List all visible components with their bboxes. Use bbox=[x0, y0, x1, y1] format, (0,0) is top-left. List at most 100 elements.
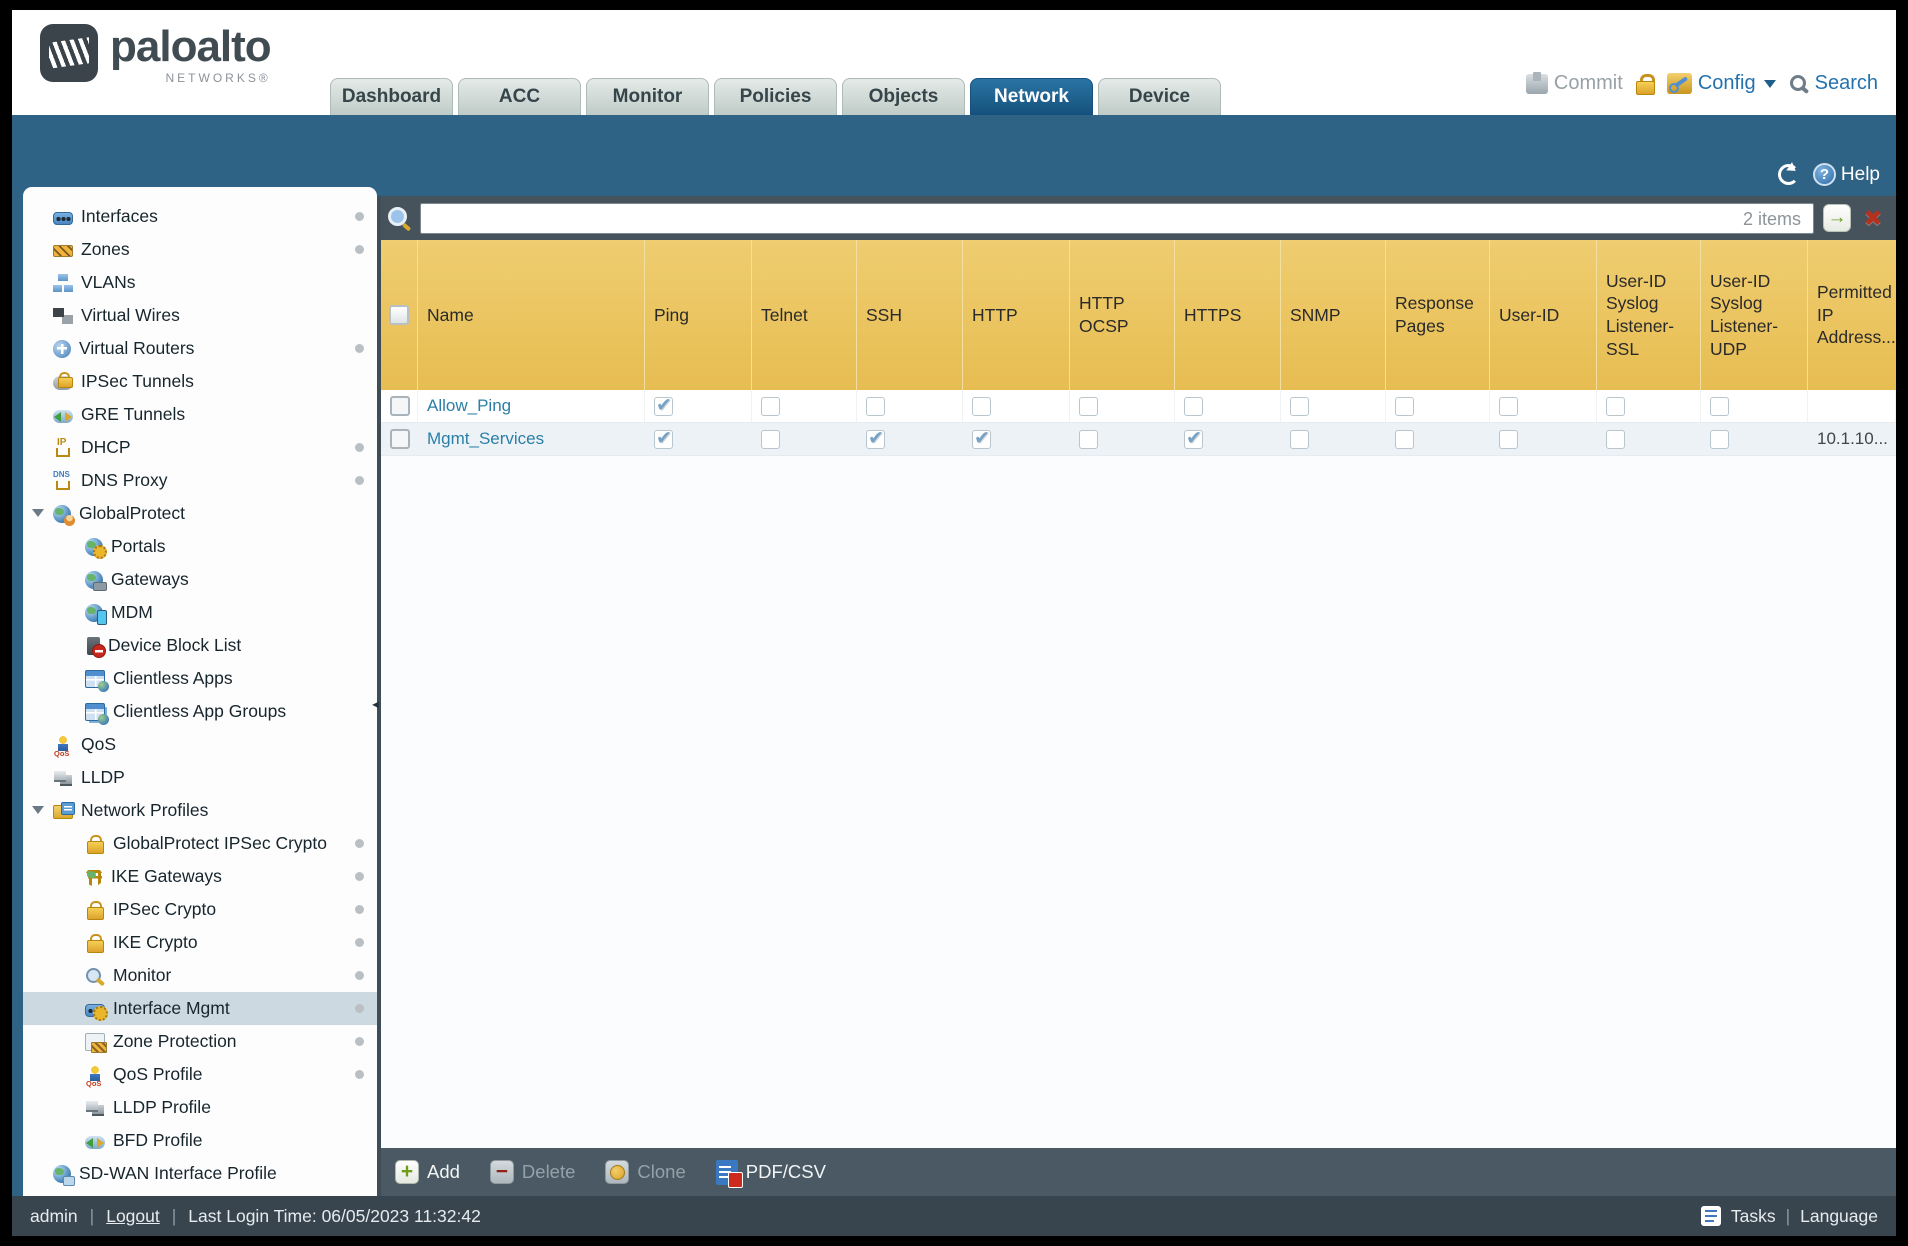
sidebar-item-portals[interactable]: Portals bbox=[23, 530, 377, 563]
sidebar-item-ike-crypto[interactable]: IKE Crypto bbox=[23, 926, 377, 959]
tab-objects[interactable]: Objects bbox=[842, 78, 965, 115]
expander-icon[interactable] bbox=[32, 509, 44, 517]
checkbox-ping[interactable] bbox=[654, 427, 673, 450]
sidebar-item-dns-proxy[interactable]: DNS Proxy bbox=[23, 464, 377, 497]
apply-filter-button[interactable]: → bbox=[1823, 204, 1851, 232]
checkbox-telnet[interactable] bbox=[761, 429, 780, 449]
checkbox-user-id[interactable] bbox=[1499, 396, 1518, 416]
checkbox-http-ocsp[interactable] bbox=[1079, 429, 1098, 449]
sidebar-item-network-profiles[interactable]: Network Profiles bbox=[23, 794, 377, 827]
logout-link[interactable]: Logout bbox=[106, 1206, 160, 1227]
add-button[interactable]: + Add bbox=[395, 1160, 460, 1184]
column-header-user-id[interactable]: User-ID bbox=[1490, 240, 1597, 390]
column-header-http[interactable]: HTTP bbox=[963, 240, 1070, 390]
sidebar-item-clientless-app-groups[interactable]: Clientless App Groups bbox=[23, 695, 377, 728]
config-menu-button[interactable]: Config bbox=[1666, 72, 1776, 95]
checkbox-snmp[interactable] bbox=[1290, 429, 1309, 449]
checkbox-user-id-syslog-listener-ssl[interactable] bbox=[1606, 429, 1625, 449]
checkbox-http[interactable] bbox=[972, 427, 991, 450]
column-header-user-id-syslog-listener-ssl[interactable]: User-ID Syslog Listener-SSL bbox=[1597, 240, 1701, 390]
sidebar-item-device-block-list[interactable]: Device Block List bbox=[23, 629, 377, 662]
sidebar-item-interfaces[interactable]: Interfaces bbox=[23, 200, 377, 233]
column-header-ssh[interactable]: SSH bbox=[857, 240, 963, 390]
sidebar-item-vlans[interactable]: VLANs bbox=[23, 266, 377, 299]
sidebar-item-ipsec-tunnels[interactable]: IPSec Tunnels bbox=[23, 365, 377, 398]
sidebar-item-gre-tunnels[interactable]: GRE Tunnels bbox=[23, 398, 377, 431]
refresh-icon[interactable] bbox=[1777, 164, 1799, 185]
tab-acc[interactable]: ACC bbox=[458, 78, 581, 115]
sidebar-item-ipsec-crypto[interactable]: IPSec Crypto bbox=[23, 893, 377, 926]
sidebar-splitter[interactable]: ◄ bbox=[370, 196, 381, 1196]
sidebar-item-monitor[interactable]: Monitor bbox=[23, 959, 377, 992]
column-header-ping[interactable]: Ping bbox=[645, 240, 752, 390]
entry-name-link[interactable]: Mgmt_Services bbox=[427, 429, 544, 449]
entry-name-link[interactable]: Allow_Ping bbox=[427, 396, 511, 416]
checkbox-ssh[interactable] bbox=[866, 396, 885, 416]
sidebar-item-sd-wan-interface-profile[interactable]: SD-WAN Interface Profile bbox=[23, 1157, 377, 1190]
column-header-permitted-ip-address[interactable]: Permitted IP Address... bbox=[1808, 240, 1896, 390]
sidebar-item-ike-gateways[interactable]: IKE Gateways bbox=[23, 860, 377, 893]
checkbox-https[interactable] bbox=[1184, 427, 1203, 450]
checkbox-user-id[interactable] bbox=[1499, 429, 1518, 449]
sidebar-item-mdm[interactable]: MDM bbox=[23, 596, 377, 629]
sidebar-item-dhcp[interactable]: DHCP bbox=[23, 431, 377, 464]
checkbox-user-id-syslog-listener-ssl[interactable] bbox=[1606, 396, 1625, 416]
language-button[interactable]: Language bbox=[1800, 1206, 1878, 1227]
checkbox-https[interactable] bbox=[1184, 396, 1203, 416]
sidebar-item-virtual-wires[interactable]: Virtual Wires bbox=[23, 299, 377, 332]
checkbox-http-ocsp[interactable] bbox=[1079, 396, 1098, 416]
filter-search-icon[interactable] bbox=[387, 206, 411, 230]
expander-icon[interactable] bbox=[32, 806, 44, 814]
checkbox-http[interactable] bbox=[972, 396, 991, 416]
column-header-snmp[interactable]: SNMP bbox=[1281, 240, 1386, 390]
checkbox-response-pages[interactable] bbox=[1395, 396, 1414, 416]
sidebar-item-bfd-profile[interactable]: BFD Profile bbox=[23, 1124, 377, 1157]
tab-monitor[interactable]: Monitor bbox=[586, 78, 709, 115]
checkbox-user-id-syslog-listener-udp[interactable] bbox=[1710, 429, 1729, 449]
commit-button[interactable]: Commit bbox=[1525, 71, 1623, 95]
sidebar-item-zone-protection[interactable]: Zone Protection bbox=[23, 1025, 377, 1058]
sidebar-item-interface-mgmt[interactable]: Interface Mgmt bbox=[23, 992, 377, 1025]
checkbox-response-pages[interactable] bbox=[1395, 429, 1414, 449]
select-all-checkbox[interactable] bbox=[389, 305, 409, 325]
checkbox-snmp[interactable] bbox=[1290, 396, 1309, 416]
sidebar-item-lldp-profile[interactable]: LLDP Profile bbox=[23, 1091, 377, 1124]
row-select-checkbox[interactable] bbox=[390, 429, 410, 449]
sidebar-item-qos[interactable]: QoS bbox=[23, 728, 377, 761]
tab-network[interactable]: Network bbox=[970, 78, 1093, 115]
checkbox-user-id-syslog-listener-udp[interactable] bbox=[1710, 396, 1729, 416]
checkbox-ping[interactable] bbox=[654, 394, 673, 417]
lock-icon[interactable] bbox=[1635, 73, 1655, 95]
tab-device[interactable]: Device bbox=[1098, 78, 1221, 115]
filter-input[interactable] bbox=[420, 202, 1814, 234]
collapse-sidebar-icon[interactable]: ◄ bbox=[370, 694, 381, 716]
checkbox-telnet[interactable] bbox=[761, 396, 780, 416]
sidebar-item-lldp[interactable]: LLDP bbox=[23, 761, 377, 794]
column-header-name[interactable]: Name bbox=[418, 240, 645, 390]
table-row[interactable]: Mgmt_Services 10.1.10... bbox=[381, 423, 1896, 456]
tasks-icon[interactable] bbox=[1700, 1206, 1721, 1226]
column-header-https[interactable]: HTTPS bbox=[1175, 240, 1281, 390]
sidebar-item-zones[interactable]: Zones bbox=[23, 233, 377, 266]
sidebar-item-virtual-routers[interactable]: Virtual Routers bbox=[23, 332, 377, 365]
clone-button[interactable]: Clone bbox=[605, 1160, 686, 1184]
row-select-checkbox[interactable] bbox=[390, 396, 410, 416]
tab-policies[interactable]: Policies bbox=[714, 78, 837, 115]
sidebar-item-globalprotect[interactable]: GlobalProtect bbox=[23, 497, 377, 530]
delete-button[interactable]: − Delete bbox=[489, 1160, 575, 1184]
help-button[interactable]: Help bbox=[1812, 163, 1880, 186]
pdf-csv-button[interactable]: PDF/CSV bbox=[715, 1159, 826, 1188]
column-header-telnet[interactable]: Telnet bbox=[752, 240, 857, 390]
clear-filter-icon[interactable]: ✖ bbox=[1860, 205, 1886, 231]
sidebar-item-globalprotect-ipsec-crypto[interactable]: GlobalProtect IPSec Crypto bbox=[23, 827, 377, 860]
table-row[interactable]: Allow_Ping bbox=[381, 390, 1896, 423]
global-search-button[interactable]: Search bbox=[1789, 72, 1878, 95]
sidebar-item-clientless-apps[interactable]: Clientless Apps bbox=[23, 662, 377, 695]
column-header-user-id-syslog-listener-udp[interactable]: User-ID Syslog Listener-UDP bbox=[1701, 240, 1808, 390]
sidebar-item-qos-profile[interactable]: QoS Profile bbox=[23, 1058, 377, 1091]
checkbox-ssh[interactable] bbox=[866, 427, 885, 450]
tab-dashboard[interactable]: Dashboard bbox=[330, 78, 453, 115]
column-header-response-pages[interactable]: Response Pages bbox=[1386, 240, 1490, 390]
tasks-button[interactable]: Tasks bbox=[1731, 1206, 1776, 1227]
sidebar-item-gateways[interactable]: Gateways bbox=[23, 563, 377, 596]
